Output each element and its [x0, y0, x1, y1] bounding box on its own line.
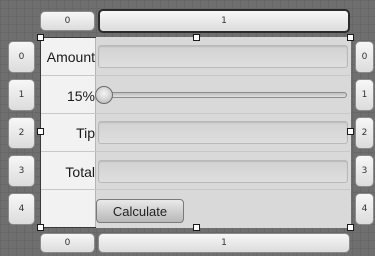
amount-field[interactable] [98, 45, 348, 68]
resize-handle-top-right[interactable] [347, 34, 354, 41]
calculate-button[interactable]: Calculate [96, 199, 184, 223]
column-tab-0-bottom[interactable]: 0 [40, 233, 95, 253]
resize-handle-bottom-center[interactable] [193, 224, 200, 231]
column-divider [95, 38, 96, 227]
row-tab-4-right[interactable]: 4 [355, 193, 374, 225]
tip-label: Tip [76, 125, 95, 141]
row-divider-4 [41, 189, 350, 190]
percent-label: 15% [66, 88, 95, 104]
tip-percent-slider-thumb[interactable] [95, 86, 113, 104]
column-tab-1[interactable]: 1 [98, 9, 350, 33]
resize-handle-top-left[interactable] [37, 34, 44, 41]
resize-handle-top-center[interactable] [193, 34, 200, 41]
row-divider-1 [41, 75, 350, 76]
row-tab-3-right[interactable]: 3 [355, 155, 374, 187]
resize-handle-middle-left[interactable] [37, 128, 44, 135]
column-tab-0[interactable]: 0 [40, 11, 95, 31]
total-field[interactable] [98, 160, 348, 183]
resize-handle-bottom-left[interactable] [37, 224, 44, 231]
row-divider-3 [41, 151, 350, 152]
row-tab-4[interactable]: 4 [8, 193, 35, 225]
resize-handle-bottom-right[interactable] [347, 224, 354, 231]
total-label: Total [65, 164, 95, 180]
tip-percent-slider-track[interactable] [104, 92, 347, 98]
amount-label: Amount [46, 49, 95, 65]
resize-handle-middle-right[interactable] [347, 128, 354, 135]
row-tab-0-right[interactable]: 0 [355, 41, 374, 73]
row-tab-2[interactable]: 2 [8, 117, 35, 149]
row-tab-1-right[interactable]: 1 [355, 79, 374, 111]
layout-canvas: 0 1 0 1 0 1 2 3 4 0 1 2 3 4 Amount 15% T… [0, 0, 375, 256]
row-tab-3[interactable]: 3 [8, 155, 35, 187]
row-tab-2-right[interactable]: 2 [355, 117, 374, 149]
row-divider-2 [41, 113, 350, 114]
tip-field[interactable] [98, 121, 348, 144]
row-tab-0[interactable]: 0 [8, 41, 35, 73]
column-tab-1-bottom[interactable]: 1 [98, 233, 350, 253]
row-tab-1[interactable]: 1 [8, 79, 35, 111]
